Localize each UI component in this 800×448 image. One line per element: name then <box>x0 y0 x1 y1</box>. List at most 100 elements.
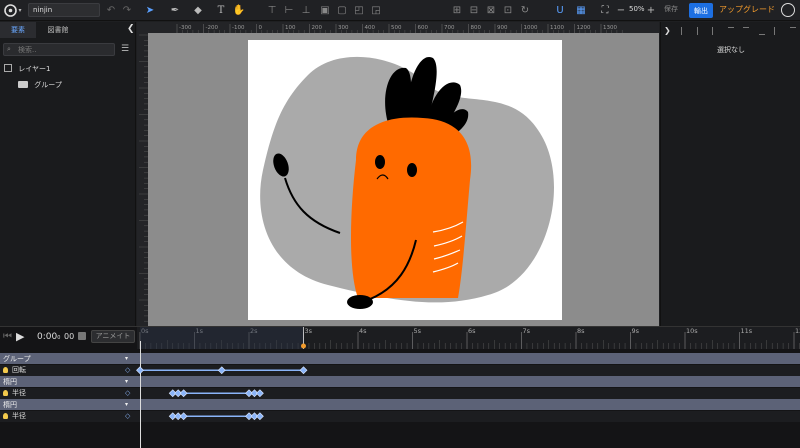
bring-front-icon[interactable]: ◰ <box>352 3 366 17</box>
send-back-icon[interactable]: ◲ <box>369 3 383 17</box>
user-avatar-icon[interactable] <box>781 3 795 17</box>
top-toolbar: ▾ ↶ ↷ ➤ ✒ ◆ T ✋ ⊤ ⊢ ⊥ ▣ ▢ ◰ ◲ ⊞ ⊟ ⊠ ⊡ ↻ … <box>0 0 800 21</box>
align-right-icon[interactable] <box>712 27 718 35</box>
save-button[interactable]: 保存 <box>664 4 678 14</box>
timeline-second-label: 3s <box>305 327 313 335</box>
distribute-v-icon[interactable] <box>789 27 796 35</box>
distribute-h-icon[interactable] <box>774 27 780 35</box>
group-item[interactable]: グループ <box>18 80 62 90</box>
ruler-corner <box>137 22 148 33</box>
group-dropdown-icon[interactable]: ▾ <box>125 355 128 362</box>
canvas-area[interactable]: -300 -200 -100 0 100 200 300 400 500 600 700 800 900… <box>137 22 659 326</box>
ruler-tick-label: -300 <box>179 25 192 31</box>
ruler-tick-label: -100 <box>232 25 245 31</box>
add-keyframe-icon[interactable]: ◇ <box>125 412 130 420</box>
boolean-intersect-icon[interactable]: ⊠ <box>484 3 498 17</box>
ungroup-icon[interactable]: ▢ <box>335 3 349 17</box>
collapse-right-icon[interactable]: ❯ <box>664 26 671 35</box>
playhead-line <box>140 341 141 448</box>
track-group-header[interactable]: 楕円 ▾ <box>0 399 800 410</box>
artboard[interactable] <box>248 40 562 320</box>
timeline-range-highlight <box>140 327 304 349</box>
carrot-left-eye <box>375 155 385 169</box>
timeline-second-label: 8s <box>577 327 585 335</box>
align-hcenter-icon[interactable] <box>696 27 703 35</box>
layer-item[interactable]: レイヤー1 <box>4 64 50 74</box>
ruler-tick-label: 800 <box>471 25 482 31</box>
lightbulb-icon[interactable] <box>3 367 8 373</box>
grid-icon[interactable]: ▦ <box>574 3 588 17</box>
align-vcenter-icon[interactable] <box>743 27 750 35</box>
skip-start-icon[interactable]: ⏮ <box>3 331 12 342</box>
pen-tool-icon[interactable]: ✒ <box>168 3 182 17</box>
shape-tool-icon[interactable]: ◆ <box>191 3 205 17</box>
filename-input[interactable] <box>28 3 100 17</box>
list-options-icon[interactable]: ☰ <box>121 44 129 54</box>
track-group-label: グループ <box>3 354 31 363</box>
export-button[interactable]: 輸出 <box>689 3 713 18</box>
ruler-tick-label: 400 <box>365 25 376 31</box>
track-property-label: 半径 <box>12 412 26 420</box>
upgrade-button[interactable]: アップグレード <box>719 4 775 15</box>
text-tool-icon[interactable]: T <box>214 3 228 17</box>
track-property-row[interactable]: 半径 ◇ <box>0 387 800 399</box>
group-icon[interactable]: ▣ <box>318 3 332 17</box>
boolean-exclude-icon[interactable]: ⊡ <box>501 3 515 17</box>
track-group-header[interactable]: グループ ▾ <box>0 353 800 364</box>
track-property-row[interactable]: 回転 ◇ <box>0 364 800 376</box>
search-input[interactable]: ⌕ 検索.. <box>3 43 115 56</box>
track-property-label: 半径 <box>12 389 26 397</box>
hand-tool-icon[interactable]: ✋ <box>232 3 246 17</box>
group-dropdown-icon[interactable]: ▾ <box>125 378 128 385</box>
align-top-icon[interactable]: ⊤ <box>265 3 279 17</box>
range-end-handle[interactable] <box>301 343 306 349</box>
timeline-second-label: 9s <box>632 327 640 335</box>
align-toolbar <box>681 27 796 35</box>
boolean-subtract-icon[interactable]: ⊟ <box>467 3 481 17</box>
lightbulb-icon[interactable] <box>3 390 8 396</box>
track-group-header[interactable]: 楕円 ▾ <box>0 376 800 387</box>
lightbulb-icon[interactable] <box>3 413 8 419</box>
align-middle-icon[interactable]: ⊢ <box>282 3 296 17</box>
timeline-ruler[interactable]: 0s1s2s3s4s5s6s7s8s9s10s11s12s <box>137 327 800 349</box>
select-tool-icon[interactable]: ➤ <box>143 3 157 17</box>
right-panel: ❯ 選択なし <box>660 22 800 326</box>
align-left-icon[interactable] <box>681 27 687 35</box>
group-label: グループ <box>34 81 62 89</box>
horizontal-ruler: -300 -200 -100 0 100 200 300 400 500 600 700 800 900… <box>148 22 659 33</box>
search-icon: ⌕ <box>7 45 11 53</box>
search-placeholder: 検索.. <box>18 46 37 54</box>
zoom-level[interactable]: 50% <box>629 5 645 13</box>
tab-library[interactable]: 図書館 <box>40 22 76 38</box>
align-vtop-icon[interactable] <box>727 27 734 35</box>
track-property-row[interactable]: 半径 ◇ <box>0 410 800 422</box>
zoom-in-icon[interactable]: + <box>644 3 658 17</box>
flip-icon[interactable]: ↻ <box>518 3 532 17</box>
timeline-second-label: 11s <box>741 327 753 335</box>
add-keyframe-icon[interactable]: ◇ <box>125 389 130 397</box>
carrot-right-hand[interactable] <box>347 295 373 309</box>
carrot-right-eye <box>407 163 417 177</box>
magnet-snap-icon[interactable]: U <box>553 3 567 17</box>
zoom-out-icon[interactable]: − <box>614 3 628 17</box>
group-dropdown-icon[interactable]: ▾ <box>125 401 128 408</box>
animate-button[interactable]: アニメイト <box>91 330 135 343</box>
time-display: 0:000 <box>37 332 60 342</box>
fit-screen-icon[interactable]: ⛶ <box>598 3 612 17</box>
align-vbottom-icon[interactable] <box>758 27 765 35</box>
vertical-ruler <box>137 33 148 326</box>
play-icon[interactable]: ▶ <box>16 330 24 343</box>
undo-icon[interactable]: ↶ <box>104 3 118 17</box>
boolean-union-icon[interactable]: ⊞ <box>450 3 464 17</box>
tab-elements[interactable]: 要素 <box>0 22 36 38</box>
logo-dropdown-icon[interactable]: ▾ <box>16 3 24 17</box>
redo-icon[interactable]: ↷ <box>120 3 134 17</box>
add-keyframe-icon[interactable]: ◇ <box>125 366 130 374</box>
carrot-body[interactable] <box>351 117 472 299</box>
loop-icon[interactable] <box>78 332 86 340</box>
align-bottom-icon[interactable]: ⊥ <box>299 3 313 17</box>
ruler-tick-label: -200 <box>206 25 219 31</box>
collapse-left-icon[interactable]: ❮ <box>127 24 135 34</box>
timeline-second-label: 4s <box>359 327 367 335</box>
ruler-tick-label: 1300 <box>603 25 617 31</box>
